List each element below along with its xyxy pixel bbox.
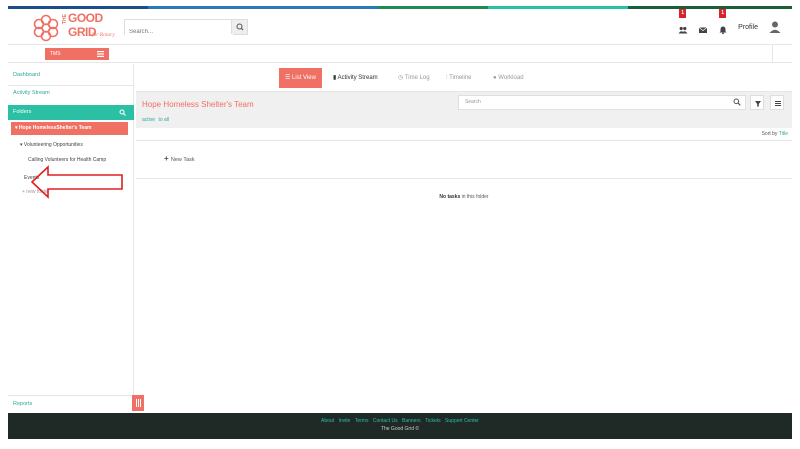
footer: About Invite Terms Contact Us Banners Ti…: [8, 413, 792, 439]
avatar[interactable]: [768, 20, 782, 34]
empty-state-bold: No tasks: [439, 194, 461, 200]
header-actions: 1 1 Profile: [678, 9, 782, 45]
annotation-arrow-icon: [30, 165, 123, 199]
folder-calling-volunteers[interactable]: Calling Volunteers for Health Camp: [28, 157, 106, 163]
search-icon: [733, 98, 741, 106]
tms-label: TMS: [50, 51, 61, 57]
sidebar-item-dashboard[interactable]: Dashboard: [13, 72, 40, 78]
module-bar: TMS: [8, 45, 792, 63]
tab-label: List View: [292, 75, 316, 81]
page-title: Hope Homeless Shelter's Team: [142, 100, 254, 109]
tab-label: Time Log: [404, 75, 430, 81]
global-search-input[interactable]: [125, 25, 233, 39]
footer-link-invite[interactable]: Invite: [339, 418, 351, 424]
footer-link-support-center[interactable]: Support Center: [445, 418, 479, 424]
options-menu-button[interactable]: [770, 95, 784, 110]
users-button[interactable]: 1: [678, 9, 688, 34]
folder-team[interactable]: ▾ Hope HomelessShelter's Team: [11, 122, 128, 135]
folders-label: Folders: [13, 109, 32, 115]
copyright: The Good Grid ©: [380, 426, 420, 432]
sort-by-title-link[interactable]: Title: [779, 131, 788, 137]
notifications-badge: 1: [719, 9, 727, 18]
filter-all-link[interactable]: to all: [158, 117, 169, 123]
sidebar-item-activity-stream[interactable]: Activity Stream: [13, 90, 50, 96]
module-bar-divider: [772, 45, 773, 63]
bell-icon: [719, 26, 727, 35]
logo-text-good: GOOD: [68, 11, 103, 25]
folder-header: Hope Homeless Shelter's Team Search acti…: [136, 92, 792, 128]
profile-link[interactable]: Profile: [738, 24, 758, 31]
tab-list-view[interactable]: ☰ List View: [279, 68, 322, 88]
user-avatar-icon: [769, 21, 781, 33]
footer-link-terms[interactable]: Terms: [355, 418, 369, 424]
tab-label: Workload: [498, 75, 524, 81]
sort-bar: Sort by Title: [136, 128, 792, 141]
divider: [8, 85, 134, 86]
notifications-button[interactable]: 1: [718, 9, 728, 35]
team-folder-label: Hope HomelessShelter's Team: [18, 125, 92, 131]
mail-icon: [698, 27, 708, 33]
status-filter: active to all: [142, 117, 169, 123]
mail-button[interactable]: [698, 22, 708, 33]
the-good-grid-logo[interactable]: THE GOOD GRID for Rotary: [30, 11, 130, 45]
footer-links: About Invite Terms Contact Us Banners Ti…: [8, 413, 792, 424]
folder-search-icon[interactable]: [119, 109, 126, 116]
search-icon: [236, 23, 244, 31]
tab-label: Timeline: [449, 75, 472, 81]
global-search: [124, 19, 248, 39]
main-panel: ☰ List View ▮ Activity Stream ◷ Time Log…: [136, 64, 792, 412]
new-task-button[interactable]: + New Task: [164, 154, 195, 163]
folder-volunteering[interactable]: ▾ Volunteering Opportunities: [20, 142, 83, 148]
task-search-placeholder: Search: [465, 99, 481, 105]
divider: [8, 395, 134, 396]
tms-module-menu[interactable]: TMS: [45, 48, 109, 60]
tab-workload[interactable]: ● Workload: [493, 68, 524, 88]
tab-activity-stream[interactable]: ▮ Activity Stream: [333, 68, 378, 88]
top-bar: THE GOOD GRID for Rotary 1: [8, 9, 792, 45]
logo-tagline: for Rotary: [92, 32, 115, 38]
tab-timeline[interactable]: ⫶ Timeline: [446, 68, 472, 88]
footer-link-tickets[interactable]: Tickets: [425, 418, 441, 424]
menu-icon: [775, 101, 781, 106]
sidebar-item-reports[interactable]: Reports: [13, 401, 32, 407]
filter-button[interactable]: [750, 95, 764, 110]
users-badge: 1: [679, 9, 687, 18]
footer-link-contact-us[interactable]: Contact Us: [373, 418, 398, 424]
task-search-input[interactable]: Search: [458, 95, 746, 110]
folders-header: Folders: [8, 105, 134, 120]
new-task-label: New Task: [170, 157, 195, 163]
tab-label: Activity Stream: [337, 75, 378, 81]
filter-icon: [755, 101, 761, 107]
folder-volunteering-label: Volunteering Opportunities: [23, 142, 83, 148]
filter-active-link[interactable]: active: [142, 117, 155, 123]
list-icon: ☰: [285, 75, 293, 81]
footer-link-about[interactable]: About: [321, 418, 334, 424]
tab-time-log[interactable]: ◷ Time Log: [398, 68, 430, 88]
plus-icon: +: [164, 154, 171, 163]
empty-state: No tasks in this folder: [136, 194, 792, 200]
sort-by: Sort by Title: [762, 131, 788, 137]
sort-by-label: Sort by: [761, 131, 778, 137]
sidebar: Dashboard Activity Stream Folders ▾ Hope…: [8, 64, 134, 412]
clock-icon: ◷: [398, 75, 405, 81]
list-menu-icon: [97, 51, 104, 57]
global-search-button[interactable]: [231, 20, 247, 34]
empty-state-text: in this folder: [461, 194, 489, 200]
users-icon: [678, 26, 688, 34]
footer-link-banners[interactable]: Banners: [402, 418, 421, 424]
divider: [136, 178, 792, 179]
view-tabs: ☰ List View ▮ Activity Stream ◷ Time Log…: [136, 64, 792, 92]
